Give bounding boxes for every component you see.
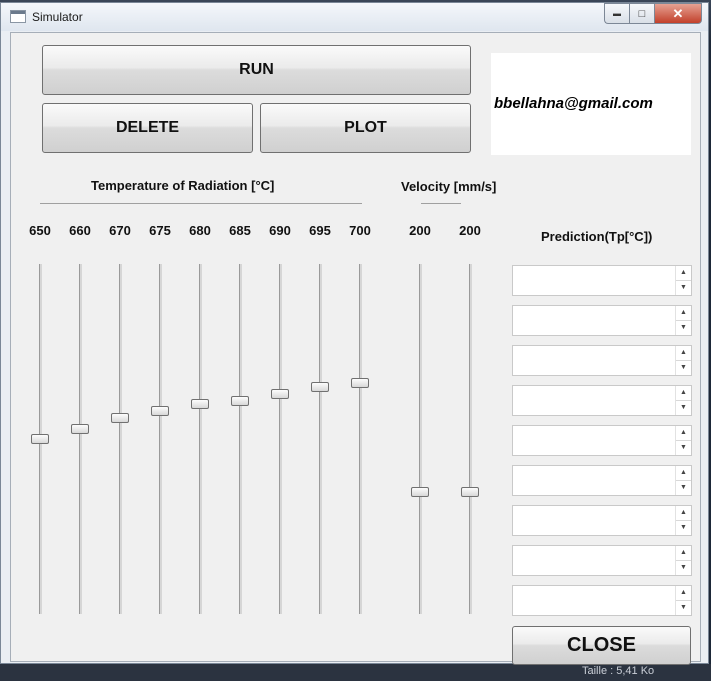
delete-button[interactable]: DELETE [42, 103, 253, 153]
prediction-spinbox[interactable]: ▲ ▼ [512, 585, 692, 616]
slider-track[interactable] [419, 264, 422, 614]
slider-track[interactable] [199, 264, 202, 614]
spin-buttons: ▲ ▼ [675, 306, 691, 335]
slider-thumb[interactable] [111, 413, 129, 423]
spin-up-icon[interactable]: ▲ [676, 546, 691, 561]
spin-buttons: ▲ ▼ [675, 266, 691, 295]
spin-down-icon[interactable]: ▼ [676, 521, 691, 536]
slider-thumb[interactable] [461, 486, 479, 497]
slider-thumb[interactable] [31, 434, 49, 444]
slider-value-label: 680 [189, 223, 211, 238]
slider-value-label: 200 [459, 223, 481, 238]
spin-up-icon[interactable]: ▲ [676, 386, 691, 401]
temperature-heading: Temperature of Radiation [°C] [91, 178, 275, 193]
spin-down-icon[interactable]: ▼ [676, 281, 691, 296]
velocity-heading: Velocity [mm/s] [401, 179, 497, 194]
spin-down-icon[interactable]: ▼ [676, 481, 691, 496]
close-icon: ✕ [672, 5, 684, 21]
spin-down-icon[interactable]: ▼ [676, 601, 691, 616]
file-size-status: Taille : 5,41 Ko [582, 665, 655, 677]
slider-thumb[interactable] [71, 423, 89, 434]
slider-value-label: 670 [109, 223, 131, 238]
plot-button[interactable]: PLOT [260, 103, 471, 153]
simulator-window: Simulator ▬ □ ✕ RUN DELETE PLOT bbellahn… [0, 2, 709, 665]
temperature-divider [40, 203, 362, 204]
spin-buttons: ▲ ▼ [675, 466, 691, 495]
prediction-spinbox[interactable]: ▲ ▼ [512, 305, 692, 336]
maximize-icon: □ [638, 7, 646, 20]
prediction-spinbox[interactable]: ▲ ▼ [512, 345, 692, 376]
window-title: Simulator [32, 10, 83, 24]
spin-down-icon[interactable]: ▼ [676, 441, 691, 456]
slider-track[interactable] [159, 264, 162, 614]
close-button[interactable]: CLOSE [512, 626, 691, 665]
desktop-taskbar-strip: Taille : 5,41 Ko [0, 664, 711, 681]
slider-track[interactable] [319, 264, 322, 614]
spin-down-icon[interactable]: ▼ [676, 321, 691, 336]
window-controls: ▬ □ ✕ [604, 3, 702, 24]
client-area: RUN DELETE PLOT bbellahna@gmail.com Temp… [10, 32, 701, 665]
prediction-heading: Prediction(Tp[°C]) [541, 229, 653, 244]
velocity-divider [421, 203, 461, 204]
slider-track[interactable] [469, 264, 472, 614]
slider-value-label: 700 [349, 223, 371, 238]
spin-buttons: ▲ ▼ [675, 386, 691, 415]
spin-up-icon[interactable]: ▲ [676, 506, 691, 521]
slider-thumb[interactable] [311, 381, 329, 392]
slider-track[interactable] [119, 264, 122, 614]
slider-thumb[interactable] [271, 388, 289, 399]
prediction-spinbox[interactable]: ▲ ▼ [512, 425, 692, 456]
slider-track[interactable] [239, 264, 242, 614]
spin-buttons: ▲ ▼ [675, 586, 691, 615]
maximize-button[interactable]: □ [629, 3, 654, 24]
slider-thumb[interactable] [191, 399, 209, 409]
app-icon [10, 10, 26, 23]
email-label: bbellahna@gmail.com [494, 95, 653, 112]
window-close-button[interactable]: ✕ [654, 3, 702, 24]
title-bar: Simulator ▬ □ ✕ [1, 3, 708, 31]
prediction-spinbox[interactable]: ▲ ▼ [512, 265, 692, 296]
slider-value-label: 200 [409, 223, 431, 238]
slider-track[interactable] [79, 264, 82, 614]
spin-down-icon[interactable]: ▼ [676, 401, 691, 416]
slider-value-label: 685 [229, 223, 251, 238]
slider-thumb[interactable] [351, 378, 369, 388]
slider-value-label: 690 [269, 223, 291, 238]
slider-thumb[interactable] [231, 395, 249, 406]
prediction-spinbox[interactable]: ▲ ▼ [512, 545, 692, 576]
spin-up-icon[interactable]: ▲ [676, 426, 691, 441]
spin-up-icon[interactable]: ▲ [676, 306, 691, 321]
run-button[interactable]: RUN [42, 45, 471, 95]
prediction-spinbox[interactable]: ▲ ▼ [512, 385, 692, 416]
minimize-button[interactable]: ▬ [604, 3, 629, 24]
spin-buttons: ▲ ▼ [675, 426, 691, 455]
spin-buttons: ▲ ▼ [675, 546, 691, 575]
spin-buttons: ▲ ▼ [675, 506, 691, 535]
slider-value-label: 650 [29, 223, 51, 238]
slider-thumb[interactable] [151, 406, 169, 416]
spin-up-icon[interactable]: ▲ [676, 346, 691, 361]
slider-value-label: 660 [69, 223, 91, 238]
spin-down-icon[interactable]: ▼ [676, 561, 691, 576]
spin-buttons: ▲ ▼ [675, 346, 691, 375]
slider-track[interactable] [359, 264, 362, 614]
minimize-icon: ▬ [613, 9, 621, 18]
slider-track[interactable] [279, 264, 282, 614]
spin-up-icon[interactable]: ▲ [676, 466, 691, 481]
slider-value-label: 695 [309, 223, 331, 238]
slider-value-label: 675 [149, 223, 171, 238]
spin-up-icon[interactable]: ▲ [676, 586, 691, 601]
email-panel: bbellahna@gmail.com [491, 53, 691, 155]
slider-thumb[interactable] [411, 486, 429, 497]
spin-down-icon[interactable]: ▼ [676, 361, 691, 376]
spin-up-icon[interactable]: ▲ [676, 266, 691, 281]
prediction-spinbox[interactable]: ▲ ▼ [512, 505, 692, 536]
prediction-spinbox[interactable]: ▲ ▼ [512, 465, 692, 496]
